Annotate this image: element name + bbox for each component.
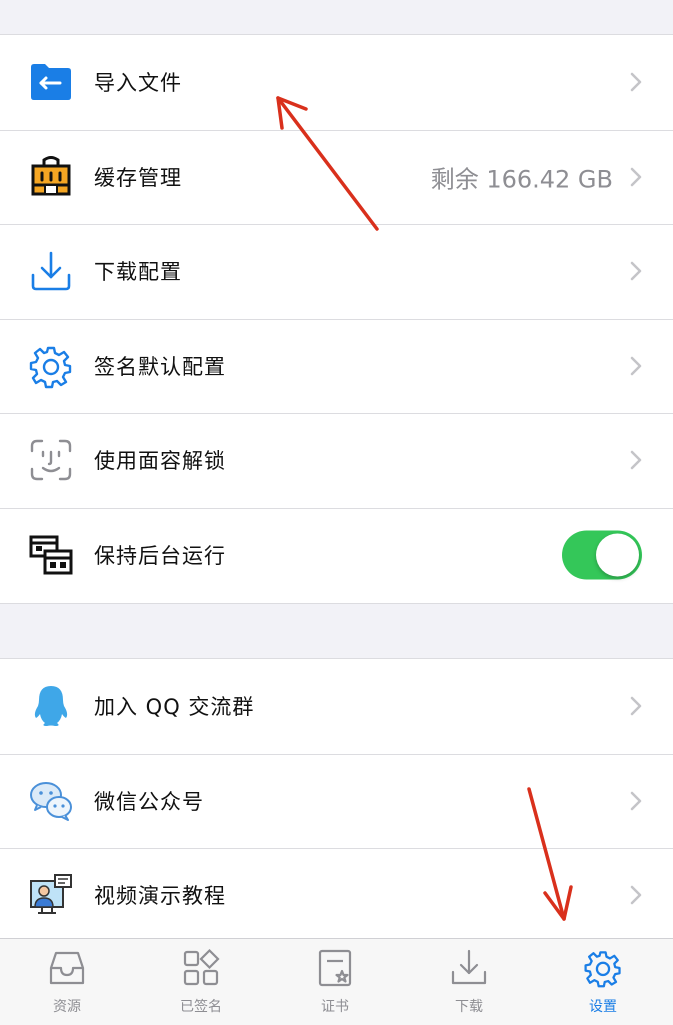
community-group: 加入 QQ 交流群 微信公众号 视频演示教程 [0,658,673,939]
folder-import-icon [28,59,74,105]
qq-group-label: 加入 QQ 交流群 [94,695,255,720]
tab-download[interactable]: 下载 [402,939,536,1025]
chevron-right-icon [629,884,643,906]
chevron-right-icon [629,695,643,717]
tab-resources[interactable]: 资源 [0,939,134,1025]
signing-default-row[interactable]: 签名默认配置 [0,318,673,414]
import-files-row[interactable]: 导入文件 [0,35,673,130]
chevron-right-icon [629,166,643,188]
face-id-label: 使用面容解锁 [94,449,226,474]
tab-signed-label: 已签名 [180,999,222,1015]
apps-grid-icon [181,948,221,988]
gear-icon [583,948,623,988]
tab-settings-label: 设置 [589,999,617,1015]
cache-building-icon [28,154,74,200]
gear-icon [28,343,74,389]
chevron-right-icon [629,449,643,471]
tab-signed[interactable]: 已签名 [134,939,268,1025]
tab-certificate[interactable]: 证书 [268,939,402,1025]
keep-background-row: 保持后台运行 [0,507,673,603]
settings-group: 导入文件 缓存管理 剩余 166.42 GB 下载配置 签名默认配置 使用面容解… [0,34,673,604]
download-tray-icon [28,248,74,294]
cache-remaining-value: 剩余 166.42 GB [430,165,613,194]
face-id-row[interactable]: 使用面容解锁 [0,413,673,508]
face-id-icon [28,437,74,483]
signing-default-label: 签名默认配置 [94,354,226,379]
certificate-icon [315,948,355,988]
chevron-right-icon [629,260,643,282]
inbox-tray-icon [47,948,87,988]
download-config-label: 下载配置 [94,260,182,285]
tab-download-label: 下载 [455,999,483,1015]
tab-certificate-label: 证书 [321,999,349,1015]
keep-background-toggle[interactable] [562,530,642,580]
background-windows-icon [28,532,74,578]
tab-bar: 资源 已签名 证书 下载 设置 [0,938,673,1025]
tab-settings[interactable]: 设置 [536,939,670,1025]
chevron-right-icon [629,71,643,93]
keep-background-label: 保持后台运行 [94,543,226,568]
download-icon [449,948,489,988]
tab-resources-label: 资源 [53,999,81,1015]
qq-penguin-icon [28,683,74,729]
video-tutorial-label: 视频演示教程 [94,884,226,909]
qq-group-row[interactable]: 加入 QQ 交流群 [0,659,673,754]
chevron-right-icon [629,355,643,377]
cache-management-row[interactable]: 缓存管理 剩余 166.42 GB [0,129,673,225]
download-config-row[interactable]: 下载配置 [0,224,673,319]
wechat-account-row[interactable]: 微信公众号 [0,753,673,849]
cache-management-label: 缓存管理 [94,165,182,190]
video-presenter-icon [28,872,74,918]
video-tutorial-row[interactable]: 视频演示教程 [0,848,673,943]
wechat-bubbles-icon [28,778,74,824]
import-files-label: 导入文件 [94,71,182,96]
wechat-account-label: 微信公众号 [94,789,204,814]
toggle-knob [596,533,639,577]
chevron-right-icon [629,790,643,812]
